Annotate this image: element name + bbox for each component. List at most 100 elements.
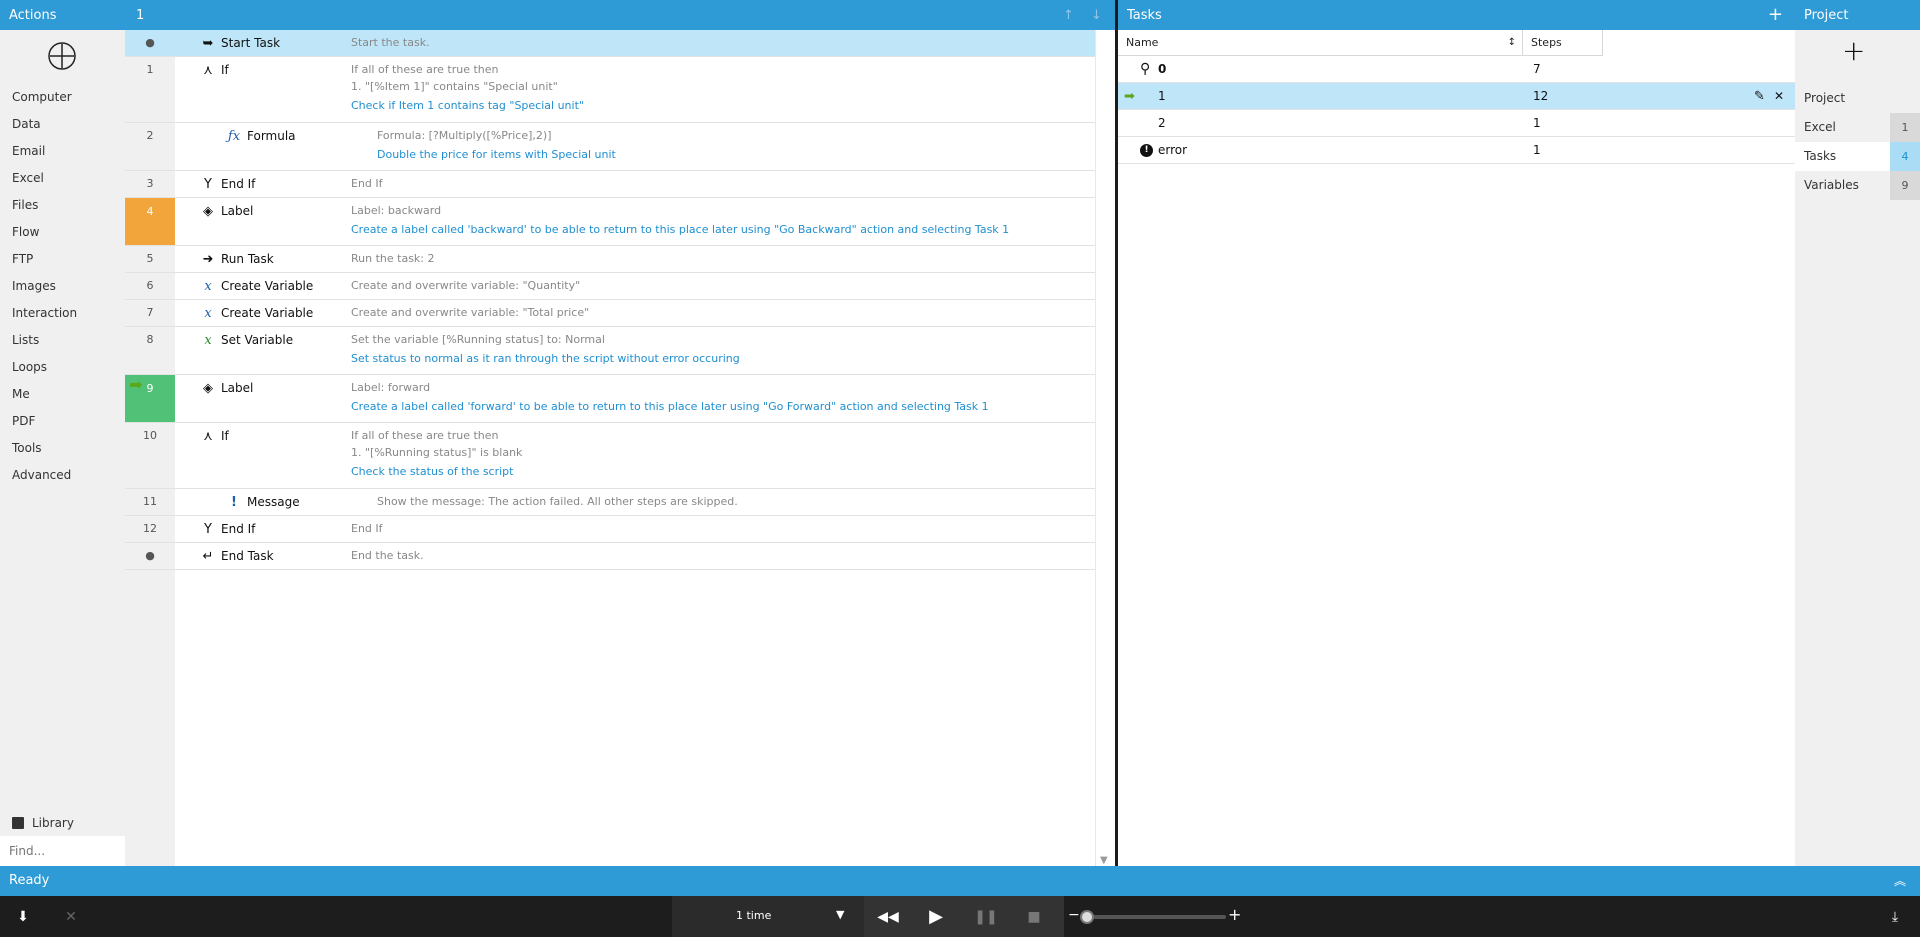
end-if-icon: Y [204, 176, 212, 192]
step-number: ● [145, 36, 155, 49]
steps-column-label: Steps [1531, 36, 1562, 49]
project-root-item[interactable]: Project [1795, 84, 1920, 113]
current-step-arrow-icon: ➡ [129, 375, 143, 394]
crosshair-target-icon[interactable] [47, 41, 77, 71]
step-name: Start Task [221, 36, 281, 50]
project-item-tasks[interactable]: Tasks 4 [1795, 142, 1920, 171]
action-category-interaction[interactable]: Interaction [12, 304, 77, 322]
action-category-advanced[interactable]: Advanced [12, 466, 71, 484]
if-icon: ⋏ [203, 62, 213, 78]
action-category-data[interactable]: Data [12, 115, 41, 133]
step-number: 11 [143, 495, 157, 508]
step-name: End If [221, 177, 256, 191]
task-row[interactable]: ! error 1 [1118, 137, 1795, 164]
slider-track[interactable] [1086, 915, 1226, 919]
sort-icon[interactable]: ↕ [1508, 30, 1516, 56]
action-category-loops[interactable]: Loops [12, 358, 47, 376]
script-step[interactable]: 9 ◈ Label Label: forward Create a label call… [125, 375, 1095, 423]
action-category-ftp[interactable]: FTP [12, 250, 33, 268]
collapse-up-icon[interactable]: ︽ [1894, 866, 1906, 896]
scroll-down-icon[interactable]: ▼ [1100, 855, 1108, 866]
script-step[interactable]: 12 Y End If End If [125, 516, 1095, 543]
task-row[interactable]: 21 [1118, 110, 1795, 137]
current-arrow-icon: ➡ [1124, 89, 1135, 104]
action-category-pdf[interactable]: PDF [12, 412, 35, 430]
step-comment: Create a label called 'forward' to be ab… [351, 400, 989, 413]
move-down-icon[interactable]: ↓ [1091, 8, 1102, 23]
move-up-icon[interactable]: ↑ [1063, 8, 1074, 23]
error-icon: ! [1140, 144, 1153, 157]
task-row[interactable]: ⚲ 0 7 [1118, 56, 1795, 83]
action-category-excel[interactable]: Excel [12, 169, 44, 187]
book-icon [12, 817, 24, 829]
action-category-lists[interactable]: Lists [12, 331, 39, 349]
step-comment: Double the price for items with Special … [377, 148, 616, 161]
count-badge: 9 [1890, 171, 1920, 200]
step-number: 6 [146, 279, 154, 292]
step-name: Message [247, 495, 300, 509]
action-category-flow[interactable]: Flow [12, 223, 39, 241]
find-input[interactable] [0, 836, 125, 866]
delete-icon[interactable]: ✕ [1774, 83, 1784, 110]
download-icon[interactable]: ⬇ [12, 896, 34, 937]
slider-knob[interactable] [1080, 910, 1094, 924]
script-step[interactable]: 1 ⋏ If If all of these are true then 1. "[%I… [125, 57, 1095, 123]
script-step[interactable]: 4 ◈ Label Label: backward Create a label cal… [125, 198, 1095, 246]
project-header: Project [1795, 0, 1920, 30]
step-number: 3 [146, 177, 154, 190]
add-task-icon[interactable]: + [1768, 4, 1783, 25]
step-description: Run the task: 2 [351, 252, 435, 265]
speed-minus-icon[interactable]: − [1068, 907, 1080, 923]
script-step[interactable]: 5 ➜ Run Task Run the task: 2 [125, 246, 1095, 273]
step-description: Formula: [?Multiply([%Price],2)] [377, 129, 552, 142]
action-category-files[interactable]: Files [12, 196, 38, 214]
action-category-tools[interactable]: Tools [12, 439, 42, 457]
script-step[interactable]: ● ↵ End Task End the task. [125, 543, 1095, 570]
project-item-excel[interactable]: Excel 1 [1795, 113, 1920, 142]
script-step[interactable]: 3 Y End If End If [125, 171, 1095, 198]
play-icon[interactable]: ▶ [924, 896, 948, 937]
run-toolbar: ⬇ ✕ 1 time ▼ ◀◀ ▶ ❚❚ ■ − + ⤓ [0, 896, 1920, 937]
action-category-computer[interactable]: Computer [12, 88, 72, 106]
tasks-steps-column[interactable]: Steps [1523, 30, 1603, 56]
speed-plus-icon[interactable]: + [1228, 905, 1241, 924]
task-name: 0 [1158, 62, 1167, 76]
close-icon[interactable]: ✕ [60, 896, 82, 937]
script-step[interactable]: 11! Message Show the message: The action f… [125, 489, 1095, 516]
tasks-title: Tasks [1127, 7, 1162, 23]
action-category-email[interactable]: Email [12, 142, 45, 160]
action-category-images[interactable]: Images [12, 277, 56, 295]
script-step[interactable]: 7 x Create Variable Create and overwrite va… [125, 300, 1095, 327]
script-step[interactable]: 2 ƒx Formula Formula: [?Multiply([%Price],2… [125, 123, 1095, 171]
step-number: 12 [143, 522, 157, 535]
task-row[interactable]: ➡ 1 12 ✎ ✕ [1118, 83, 1795, 110]
pause-icon[interactable]: ❚❚ [974, 896, 998, 937]
step-number: ● [145, 549, 155, 562]
script-step[interactable]: ● ➥ Start Task Start the task. [125, 30, 1095, 57]
add-project-item-icon[interactable]: + [1842, 34, 1865, 67]
step-description: 1. "[%Running status]" is blank [351, 446, 523, 459]
library-link[interactable]: Library [12, 814, 74, 832]
project-item-variables[interactable]: Variables 9 [1795, 171, 1920, 200]
action-category-me[interactable]: Me [12, 385, 30, 403]
script-title: 1 [136, 7, 145, 23]
speed-slider[interactable]: − + [1064, 896, 1244, 937]
stop-icon[interactable]: ■ [1022, 896, 1046, 937]
script-scrollbar[interactable]: ▼ [1095, 30, 1115, 866]
step-description: Label: forward [351, 381, 431, 394]
script-step[interactable]: 10 ⋏ If If all of these are true then 1. "[%… [125, 423, 1095, 489]
save-download-icon[interactable]: ⤓ [1884, 896, 1906, 937]
repeat-selector[interactable]: 1 time ▼ [672, 896, 864, 937]
start-task-icon: ➥ [202, 35, 214, 51]
project-panel: + Project Excel 1 Tasks 4 Variables 9 [1795, 30, 1920, 866]
edit-icon[interactable]: ✎ [1754, 83, 1765, 110]
tasks-name-column[interactable]: Name ↕ [1118, 30, 1523, 56]
step-name: Set Variable [221, 333, 294, 347]
step-comment: Set status to normal as it ran through t… [351, 352, 740, 365]
script-step[interactable]: 8 x Set Variable Set the variable [%Running… [125, 327, 1095, 375]
step-comment: Create a label called 'backward' to be a… [351, 223, 1010, 236]
chevron-down-icon[interactable]: ▼ [836, 908, 844, 921]
rewind-icon[interactable]: ◀◀ [876, 896, 900, 937]
script-step[interactable]: 6 x Create Variable Create and overwrite va… [125, 273, 1095, 300]
repeat-value: 1 time [736, 909, 772, 922]
